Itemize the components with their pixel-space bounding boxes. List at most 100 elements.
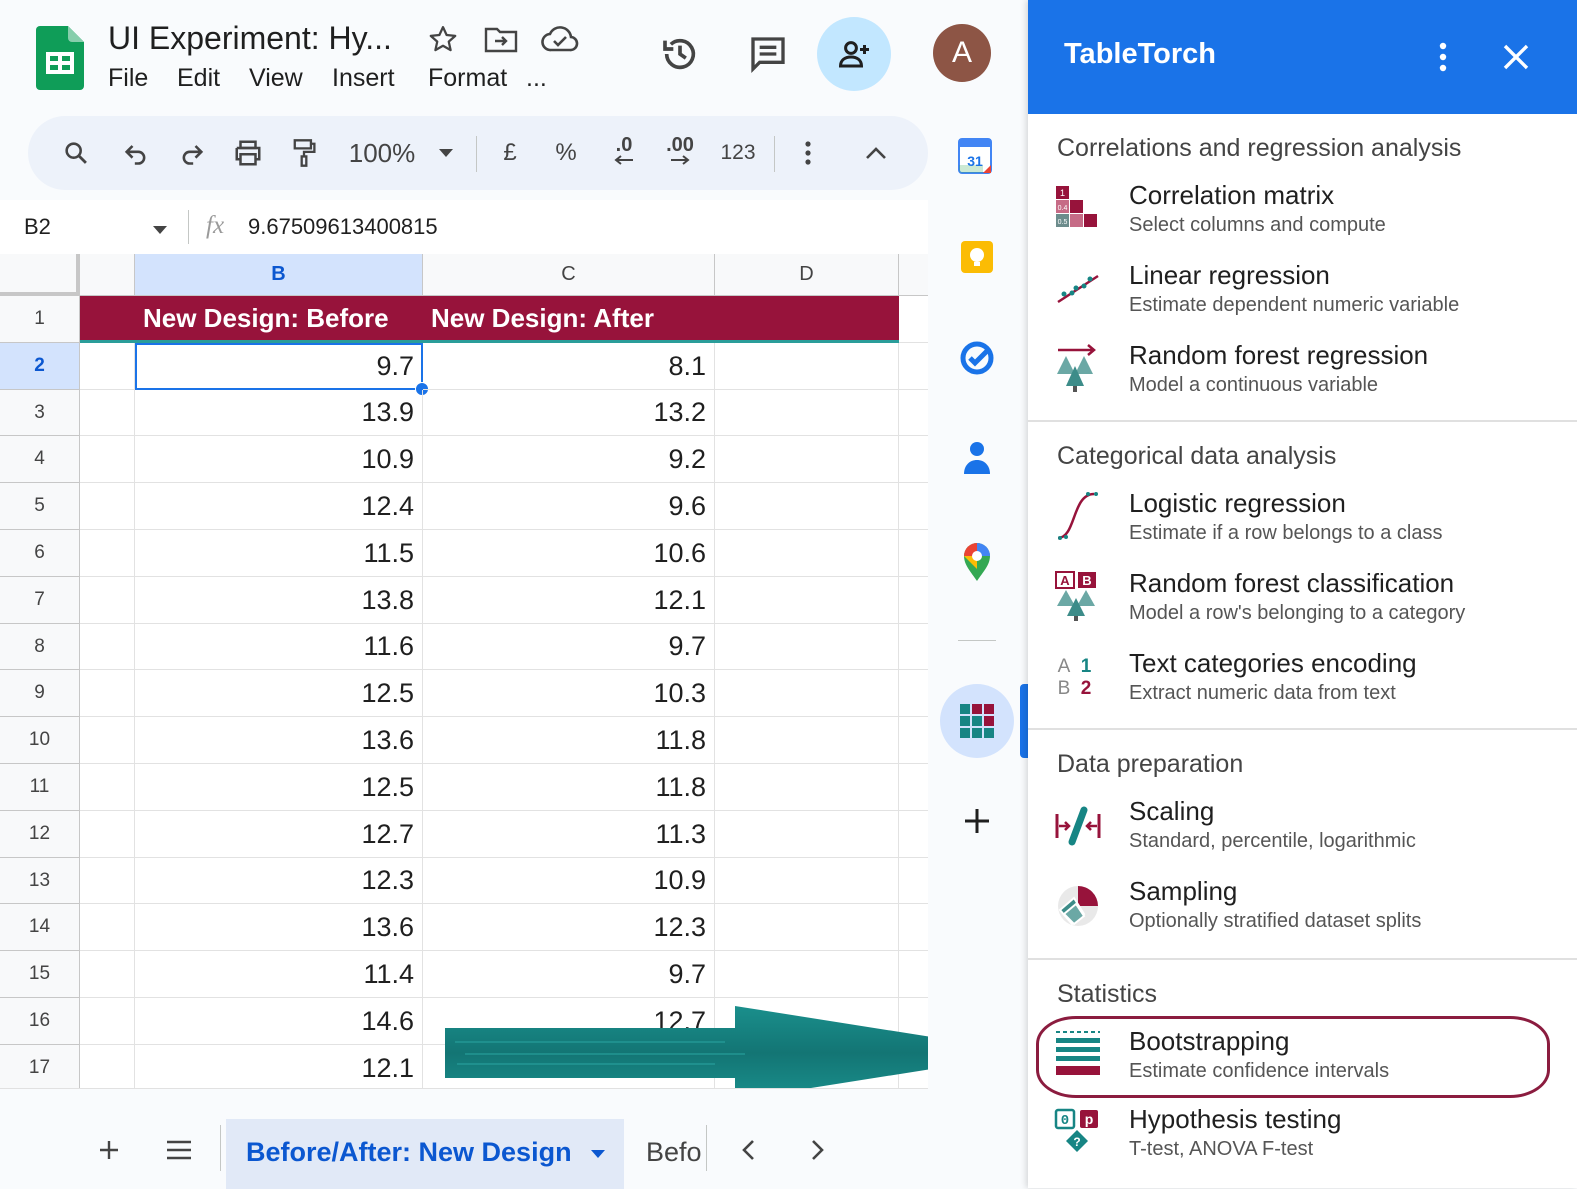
cell[interactable] (715, 764, 899, 811)
cell[interactable] (715, 483, 899, 530)
cell[interactable] (80, 904, 135, 951)
menu-item-logistic-regression[interactable]: Logistic regression Estimate if a row be… (1028, 480, 1577, 556)
cell[interactable] (80, 764, 135, 811)
cell[interactable]: 10.3 (423, 670, 715, 717)
cell[interactable]: 12.7 (135, 811, 423, 858)
menu-view[interactable]: View (249, 64, 303, 93)
cell[interactable] (80, 624, 135, 670)
cell[interactable]: 11.3 (423, 811, 715, 858)
cell[interactable] (899, 858, 928, 904)
sheet-tab-dropdown-icon[interactable] (590, 1149, 606, 1159)
menu-item-bootstrapping[interactable]: Bootstrapping Estimate confidence interv… (1028, 1020, 1577, 1096)
cell[interactable] (899, 483, 928, 530)
redo-icon[interactable] (172, 116, 212, 190)
column-header-a[interactable] (80, 254, 135, 296)
formula-input[interactable]: 9.67509613400815 (248, 214, 438, 240)
cell[interactable] (899, 343, 928, 390)
cell[interactable] (80, 343, 135, 390)
column-header-d[interactable]: D (715, 254, 899, 296)
header-cell-before[interactable]: New Design: Before (135, 296, 423, 343)
cell[interactable] (899, 390, 928, 436)
cell[interactable] (715, 390, 899, 436)
cell[interactable]: 11.6 (135, 624, 423, 670)
cell[interactable]: 13.6 (135, 717, 423, 764)
menu-file[interactable]: File (108, 64, 148, 93)
menu-item-random-forest-regression[interactable]: Random forest regression Model a continu… (1028, 332, 1577, 408)
cell[interactable]: 9.2 (423, 436, 715, 483)
get-addons-icon[interactable] (960, 804, 994, 838)
search-menus-icon[interactable] (56, 116, 96, 190)
cell[interactable] (899, 764, 928, 811)
row-header[interactable]: 10 (0, 717, 80, 764)
row-header[interactable]: 4 (0, 436, 80, 483)
paint-format-icon[interactable] (284, 116, 324, 190)
name-box[interactable]: B2 (24, 214, 51, 240)
cell[interactable] (715, 811, 899, 858)
cell[interactable] (80, 717, 135, 764)
cell[interactable] (80, 530, 135, 577)
cell[interactable]: 13.6 (135, 904, 423, 951)
cell[interactable] (899, 577, 928, 624)
cell[interactable] (80, 951, 135, 998)
cell[interactable] (715, 436, 899, 483)
sheets-logo-icon[interactable] (36, 26, 84, 90)
move-folder-icon[interactable] (482, 22, 520, 56)
row-header[interactable]: 3 (0, 390, 80, 436)
close-icon[interactable] (1498, 38, 1534, 76)
cell[interactable] (715, 858, 899, 904)
cell[interactable]: 8.1 (423, 343, 715, 390)
column-header-e[interactable] (899, 254, 928, 296)
zoom-select[interactable]: 100% (346, 116, 418, 190)
menu-format[interactable]: Format (428, 64, 507, 93)
selected-cell[interactable]: 9.7 (135, 343, 429, 396)
header-cell-after[interactable]: New Design: After (423, 296, 715, 343)
cell[interactable]: 12.5 (135, 670, 423, 717)
cell[interactable] (715, 951, 899, 998)
row-header[interactable]: 17 (0, 1045, 80, 1088)
menu-edit[interactable]: Edit (177, 64, 220, 93)
star-icon[interactable] (426, 22, 460, 56)
name-box-dropdown-icon[interactable] (152, 222, 168, 240)
row-header[interactable]: 13 (0, 858, 80, 904)
cell[interactable] (80, 390, 135, 436)
cell[interactable] (715, 624, 899, 670)
cell[interactable] (715, 904, 899, 951)
cell[interactable] (715, 577, 899, 624)
add-sheet-icon[interactable] (92, 1133, 126, 1167)
menu-item-linear-regression[interactable]: Linear regression Estimate dependent num… (1028, 252, 1577, 328)
cell[interactable]: 11.4 (135, 951, 423, 998)
avatar[interactable]: A (933, 24, 991, 82)
cell[interactable] (899, 296, 928, 343)
cell[interactable] (899, 904, 928, 951)
print-icon[interactable] (228, 116, 268, 190)
cell[interactable] (899, 624, 928, 670)
maps-icon[interactable] (962, 542, 992, 582)
keep-icon[interactable] (960, 240, 994, 274)
percent-format-button[interactable]: % (550, 116, 582, 190)
menu-insert[interactable]: Insert (332, 64, 395, 93)
cell[interactable] (899, 670, 928, 717)
cell[interactable]: 9.7 (423, 624, 715, 670)
row-header[interactable]: 14 (0, 904, 80, 951)
row-header[interactable]: 6 (0, 530, 80, 577)
row-header[interactable]: 2 (0, 343, 80, 390)
collapse-menus-icon[interactable] (860, 116, 892, 190)
undo-icon[interactable] (116, 116, 156, 190)
decrease-decimal-button[interactable]: .0 (604, 116, 644, 190)
row-header[interactable]: 7 (0, 577, 80, 624)
cell[interactable] (715, 717, 899, 764)
cell[interactable] (80, 1045, 135, 1088)
contacts-icon[interactable] (962, 440, 992, 476)
row-header[interactable]: 9 (0, 670, 80, 717)
scroll-left-icon[interactable] (734, 1135, 762, 1165)
more-formats-button[interactable]: 123 (716, 116, 760, 190)
cell[interactable] (899, 951, 928, 998)
column-header-c[interactable]: C (423, 254, 715, 296)
menu-item-correlation-matrix[interactable]: 1 0.4 0.5 Correlation matrix Select colu… (1028, 172, 1577, 248)
cell[interactable] (715, 343, 899, 390)
comments-icon[interactable] (744, 30, 792, 78)
cell[interactable]: 14.6 (135, 998, 423, 1045)
cell[interactable]: 12.4 (135, 483, 423, 530)
increase-decimal-button[interactable]: .00 (658, 116, 702, 190)
all-sheets-icon[interactable] (162, 1133, 196, 1167)
